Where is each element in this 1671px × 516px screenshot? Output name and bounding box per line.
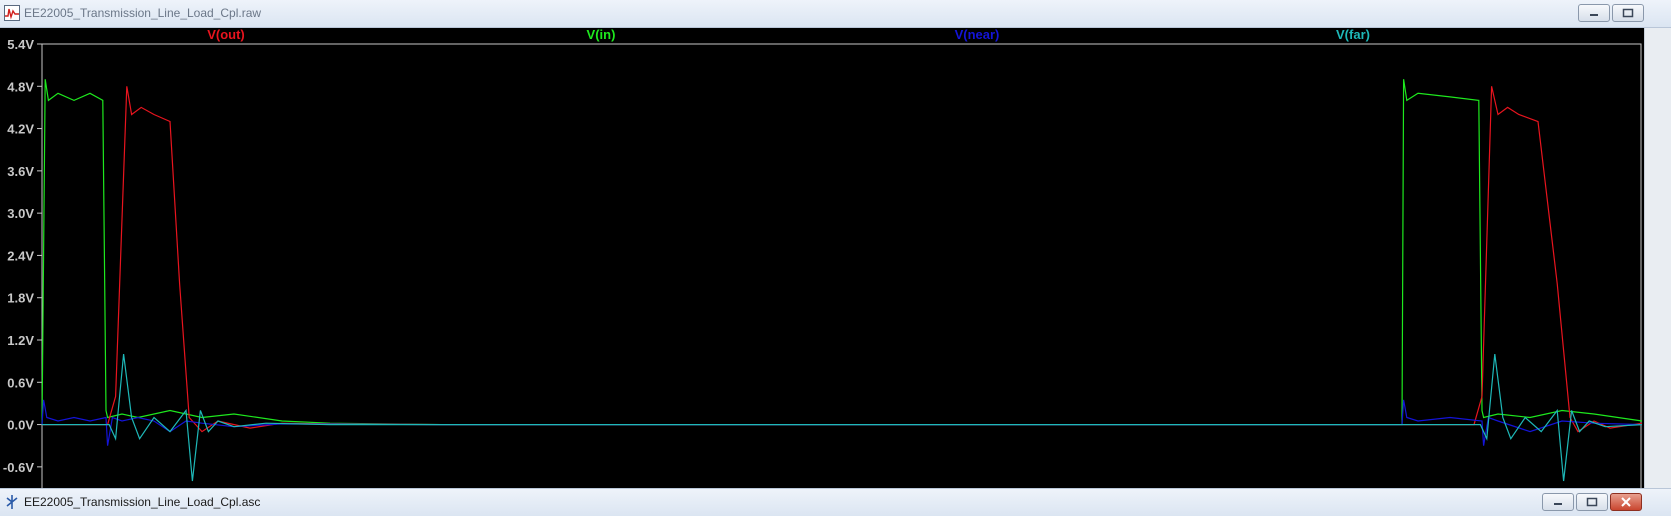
schematic-minimize-button[interactable] [1542,493,1574,511]
legend-label: V(far) [1336,28,1370,42]
series-line-vin [41,79,1643,426]
waveform-window-titlebar[interactable]: EE22005_Transmission_Line_Load_Cpl.raw [0,0,1671,28]
waveform-app-icon [4,5,20,21]
waveform-plot-area[interactable]: 5.4V 4.8V 4.2V 3.6V 3.0V 2.4V 1.8V 1.2V 0.6V 0.0V… [0,28,1644,488]
y-tick-label: 3.6V [7,164,34,179]
schematic-close-button[interactable] [1610,493,1642,511]
y-tick-label: -0.6V [3,460,34,475]
y-tick-label: 4.2V [7,122,34,137]
y-tick-label: 0.6V [7,375,34,390]
y-tick-label: 2.4V [7,248,34,263]
y-tick-label: 3.0V [7,206,34,221]
schematic-app-icon [6,495,18,509]
y-tick-label: 5.4V [7,37,34,52]
restore-icon [1622,8,1634,18]
schematic-window-titlebar[interactable]: EE22005_Transmission_Line_Load_Cpl.asc [0,488,1671,516]
legend-label: V(near) [955,28,1000,42]
plot-side-strip [1644,28,1671,488]
y-tick-label: 4.8V [7,79,34,94]
maximize-button[interactable] [1612,4,1644,22]
waveform-plot[interactable]: 5.4V 4.8V 4.2V 3.6V 3.0V 2.4V 1.8V 1.2V 0.6V 0.0V… [0,28,1644,488]
legend-label: V(out) [207,28,245,42]
minimize-button[interactable] [1578,4,1610,22]
y-tick-label: 1.8V [7,291,34,306]
y-tick-label: 1.2V [7,333,34,348]
close-icon [1621,497,1631,507]
minimize-icon [1554,503,1562,505]
schematic-maximize-button[interactable] [1576,493,1608,511]
schematic-window-title: EE22005_Transmission_Line_Load_Cpl.asc [24,495,261,509]
legend-label: V(in) [587,28,616,42]
waveform-window-title: EE22005_Transmission_Line_Load_Cpl.raw [24,6,262,20]
minimize-icon [1590,14,1598,16]
restore-icon [1586,497,1598,507]
y-tick-label: 0.0V [7,418,34,433]
